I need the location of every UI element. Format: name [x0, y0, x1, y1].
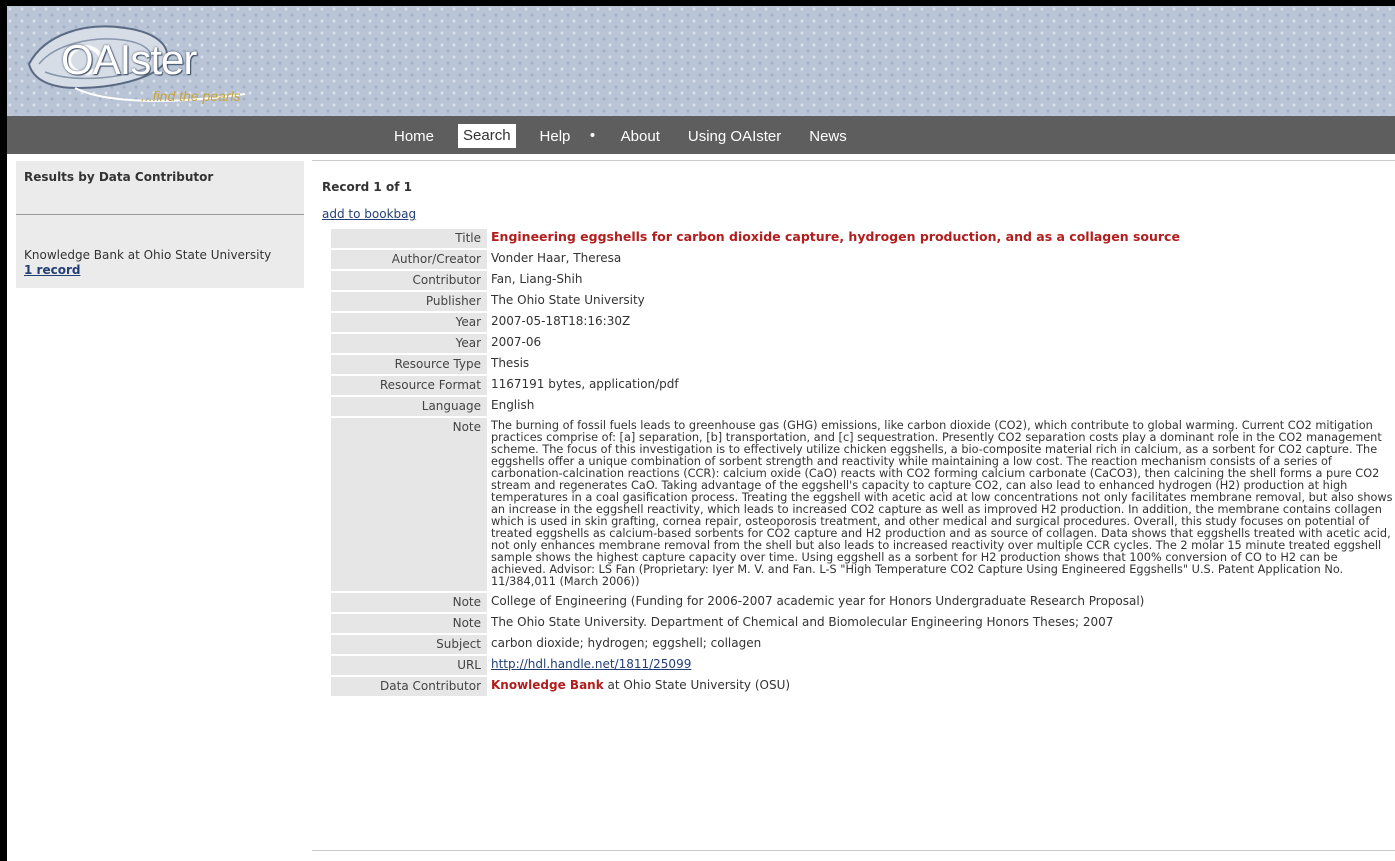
- record-row-note: Note College of Engineering (Funding for…: [331, 593, 1395, 612]
- field-label: Subject: [331, 635, 487, 654]
- data-contributor-detail: at Ohio State University (OSU): [603, 678, 791, 692]
- logo-name: OAIster: [61, 36, 197, 83]
- field-value: Thesis: [491, 356, 530, 370]
- field-value: The Ohio State University. Department of…: [491, 615, 1114, 629]
- field-value: Vonder Haar, Theresa: [491, 251, 622, 265]
- field-label: Title: [331, 229, 487, 248]
- sidebar-title: Results by Data Contributor: [24, 170, 214, 184]
- field-label: Note: [331, 614, 487, 633]
- field-label: Language: [331, 397, 487, 416]
- record-row-year: Year 2007-05-18T18:16:30Z: [331, 313, 1395, 332]
- nav-separator: •: [588, 128, 597, 144]
- add-to-bookbag-link[interactable]: add to bookbag: [322, 207, 416, 221]
- sidebar-divider: [16, 214, 304, 215]
- record-url-link[interactable]: http://hdl.handle.net/1811/25099: [491, 657, 691, 671]
- record-title: Engineering eggshells for carbon dioxide…: [491, 229, 1180, 244]
- nav-using-oaister[interactable]: Using OAIster: [684, 125, 785, 148]
- nav-list: Home Search Help • About Using OAIster N…: [390, 123, 871, 149]
- record-row-language: Language English: [331, 397, 1395, 416]
- field-label: Note: [331, 418, 487, 591]
- record-row-note: Note The Ohio State University. Departme…: [331, 614, 1395, 633]
- window-frame-left: [0, 0, 7, 861]
- field-label: Resource Format: [331, 376, 487, 395]
- field-value: 1167191 bytes, application/pdf: [491, 377, 679, 391]
- oaister-logo[interactable]: OAIster ...find the pearls: [15, 12, 255, 112]
- record-row-note-abstract: Note The burning of fossil fuels leads t…: [331, 418, 1395, 591]
- field-value: 2007-05-18T18:16:30Z: [491, 314, 631, 328]
- field-label: Year: [331, 334, 487, 353]
- logo-tagline: ...find the pearls: [141, 88, 241, 104]
- record-row-url: URL http://hdl.handle.net/1811/25099: [331, 656, 1395, 675]
- record-row-publisher: Publisher The Ohio State University: [331, 292, 1395, 311]
- abstract-text: The burning of fossil fuels leads to gre…: [491, 419, 1393, 588]
- record-row-contributor: Contributor Fan, Liang-Shih: [331, 271, 1395, 290]
- content-top-divider: [312, 160, 1395, 161]
- record-row-author: Author/Creator Vonder Haar, Theresa: [331, 250, 1395, 269]
- field-label: Year: [331, 313, 487, 332]
- main-navigation: Home Search Help • About Using OAIster N…: [7, 116, 1395, 154]
- record-details-table: Title Engineering eggshells for carbon d…: [331, 227, 1395, 698]
- record-row-resource-format: Resource Format 1167191 bytes, applicati…: [331, 376, 1395, 395]
- nav-news[interactable]: News: [805, 125, 851, 148]
- field-value: Fan, Liang-Shih: [491, 272, 583, 286]
- results-sidebar: Results by Data Contributor Knowledge Ba…: [16, 161, 304, 288]
- nav-search[interactable]: Search: [458, 124, 516, 148]
- record-row-resource-type: Resource Type Thesis: [331, 355, 1395, 374]
- field-value: The Ohio State University: [491, 293, 645, 307]
- record-heading: Record 1 of 1: [322, 180, 412, 194]
- record-row-data-contributor: Data Contributor Knowledge Bank at Ohio …: [331, 677, 1395, 696]
- record-row-title: Title Engineering eggshells for carbon d…: [331, 229, 1395, 248]
- field-label: Publisher: [331, 292, 487, 311]
- content-bottom-divider: [312, 850, 1395, 851]
- contributor-record-count-link[interactable]: 1 record: [24, 263, 80, 277]
- field-label: Author/Creator: [331, 250, 487, 269]
- site-header: OAIster ...find the pearls: [7, 6, 1395, 116]
- record-row-year: Year 2007-06: [331, 334, 1395, 353]
- field-label: Note: [331, 593, 487, 612]
- field-label: Contributor: [331, 271, 487, 290]
- nav-about[interactable]: About: [617, 125, 664, 148]
- field-label: URL: [331, 656, 487, 675]
- field-value: English: [491, 398, 535, 412]
- sidebar-contributor-name: Knowledge Bank at Ohio State University: [24, 248, 272, 262]
- field-value: 2007-06: [491, 335, 542, 349]
- nav-help[interactable]: Help: [536, 125, 575, 148]
- nav-home[interactable]: Home: [390, 125, 438, 148]
- record-row-subject: Subject carbon dioxide; hydrogen; eggshe…: [331, 635, 1395, 654]
- field-value: carbon dioxide; hydrogen; eggshell; coll…: [491, 636, 762, 650]
- field-value: College of Engineering (Funding for 2006…: [491, 594, 1145, 608]
- field-label: Resource Type: [331, 355, 487, 374]
- field-label: Data Contributor: [331, 677, 487, 696]
- data-contributor-name: Knowledge Bank: [491, 678, 604, 692]
